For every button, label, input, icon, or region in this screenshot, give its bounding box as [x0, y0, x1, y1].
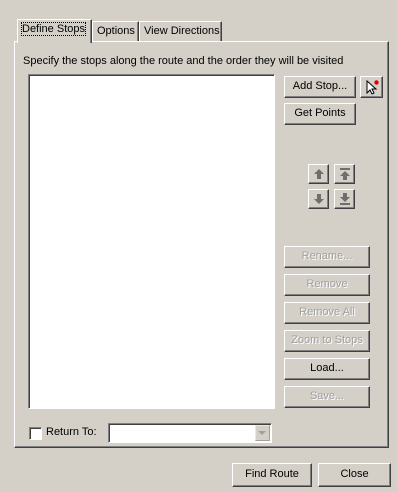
- tab-options-label: Options: [97, 25, 135, 37]
- remove-all-button[interactable]: Remove All: [284, 302, 370, 324]
- arrow-to-bottom-icon: [340, 193, 350, 205]
- instruction-text: Specify the stops along the route and th…: [23, 55, 344, 67]
- close-button[interactable]: Close: [318, 463, 391, 487]
- remove-all-label: Remove All: [299, 306, 355, 318]
- zoom-to-stops-button[interactable]: Zoom to Stops: [284, 330, 370, 352]
- remove-label: Remove: [306, 278, 348, 290]
- chevron-down-icon: [258, 431, 266, 435]
- tab-define-stops-label: Define Stops: [21, 22, 86, 36]
- return-to-dropdown[interactable]: [108, 423, 272, 443]
- add-stop-button[interactable]: Add Stop...: [284, 76, 356, 98]
- move-down-button[interactable]: [308, 189, 329, 209]
- rename-button[interactable]: Rename...: [284, 246, 370, 268]
- find-route-button[interactable]: Find Route: [232, 463, 312, 487]
- get-points-button[interactable]: Get Points: [284, 103, 356, 125]
- dropdown-button[interactable]: [255, 425, 270, 441]
- move-up-button[interactable]: [308, 164, 329, 184]
- add-point-tool-button[interactable]: [360, 76, 383, 98]
- arrow-down-icon: [314, 194, 324, 204]
- return-to-label: Return To:: [46, 426, 97, 438]
- rename-label: Rename...: [301, 250, 353, 262]
- load-label: Load...: [310, 362, 344, 374]
- find-route-label: Find Route: [245, 468, 299, 480]
- move-to-bottom-button[interactable]: [334, 189, 355, 209]
- return-to-checkbox[interactable]: [29, 427, 42, 440]
- tab-view-directions[interactable]: View Directions: [139, 21, 222, 41]
- arrow-to-top-icon: [340, 168, 350, 180]
- save-label: Save...: [309, 390, 345, 402]
- tab-view-directions-label: View Directions: [144, 25, 220, 37]
- add-stop-label: Add Stop...: [292, 80, 348, 92]
- load-button[interactable]: Load...: [284, 358, 370, 380]
- zoom-to-stops-label: Zoom to Stops: [291, 334, 363, 346]
- arrow-up-icon: [314, 169, 324, 179]
- remove-button[interactable]: Remove: [284, 274, 370, 296]
- close-label: Close: [340, 468, 369, 480]
- pointer-with-red-dot-icon: [366, 79, 379, 95]
- tab-options[interactable]: Options: [92, 21, 139, 41]
- move-to-top-button[interactable]: [334, 164, 355, 184]
- tab-define-stops[interactable]: Define Stops: [17, 19, 92, 43]
- get-points-label: Get Points: [294, 107, 346, 119]
- save-button[interactable]: Save...: [284, 386, 370, 408]
- stops-list[interactable]: [28, 74, 275, 409]
